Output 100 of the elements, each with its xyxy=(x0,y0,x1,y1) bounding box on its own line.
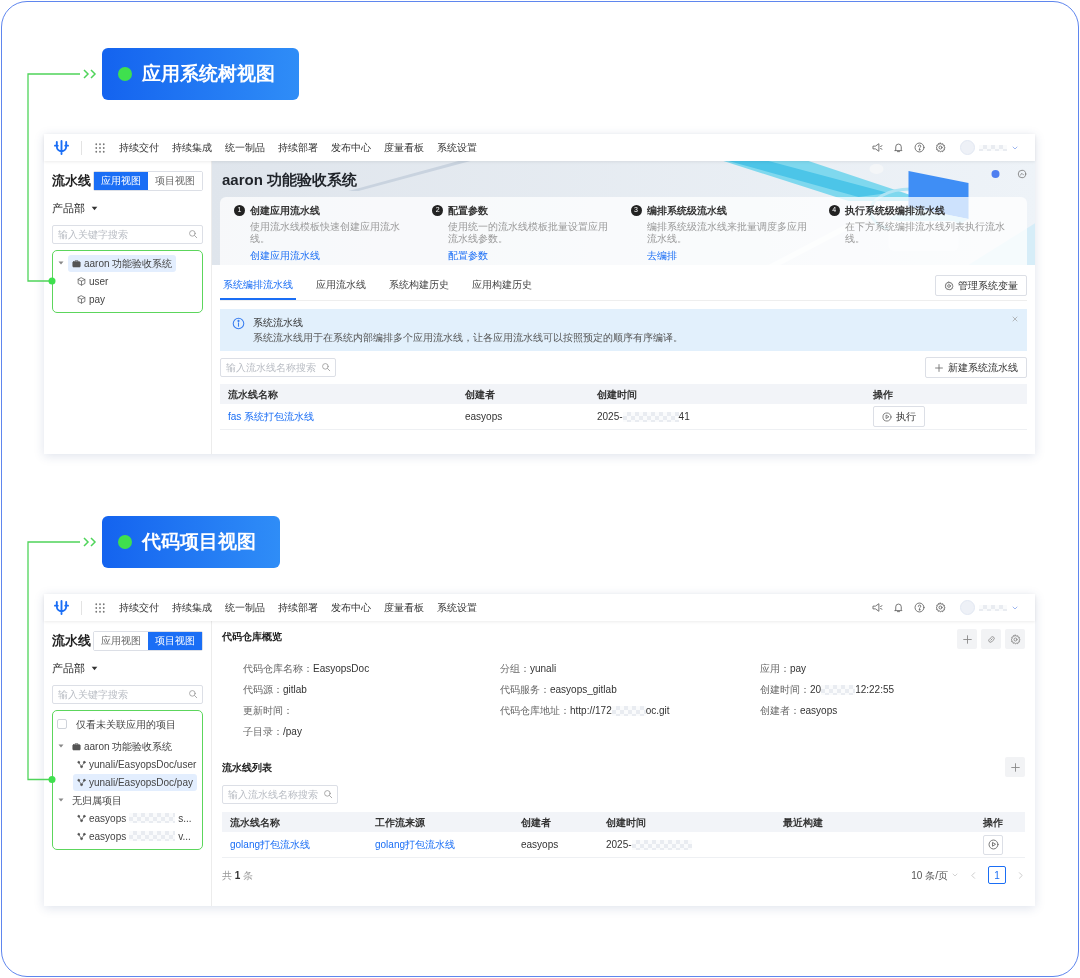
nav-link[interactable]: 持续交付 xyxy=(119,600,159,615)
announcement-icon[interactable] xyxy=(872,142,883,153)
create-pipeline-button[interactable]: 新建系统流水线 xyxy=(925,357,1027,378)
scope-dropdown[interactable]: 产品部 xyxy=(52,200,99,217)
tree-item[interactable]: user xyxy=(73,272,113,290)
nav-link[interactable]: 持续集成 xyxy=(172,600,212,615)
search-icon[interactable] xyxy=(321,362,331,372)
step-description: 编排系统级流水线来批量调度多应用流水线。 xyxy=(646,220,808,245)
add-button[interactable] xyxy=(957,629,977,649)
table-cell-text: 41 xyxy=(678,410,690,424)
notification-icon[interactable] xyxy=(893,142,904,153)
tab[interactable]: 系统构建历史 xyxy=(386,273,452,300)
step-title: 配置参数 xyxy=(448,203,489,218)
search-icon[interactable] xyxy=(188,688,198,699)
page-button[interactable]: 1 xyxy=(988,866,1006,884)
view-toggle-tab[interactable]: 应用视图 xyxy=(94,172,148,190)
close-icon[interactable] xyxy=(1011,315,1019,323)
step-link[interactable]: 配置参数 xyxy=(448,247,489,263)
settings-icon[interactable] xyxy=(935,142,946,153)
play-icon xyxy=(987,839,999,850)
link-icon xyxy=(985,633,997,645)
notification-icon[interactable] xyxy=(893,602,904,613)
tree-item[interactable]: aaron 功能验收系统 xyxy=(68,254,177,272)
column-header: 操作 xyxy=(873,387,894,402)
page-size-dropdown[interactable]: 10 条/页 xyxy=(911,867,959,883)
expand-caret-icon[interactable] xyxy=(57,259,65,267)
collapse-icon[interactable] xyxy=(1017,169,1027,179)
expand-caret-icon[interactable] xyxy=(57,742,65,750)
nav-link[interactable]: 系统设置 xyxy=(437,140,477,155)
total-count: 共 1 条 xyxy=(222,868,254,883)
field-value: 20 xyxy=(810,683,822,697)
search-icon[interactable] xyxy=(323,789,333,799)
tab[interactable]: 系统编排流水线 xyxy=(220,273,296,300)
banner-title: aaron 功能验收系统 xyxy=(222,170,357,190)
help-icon[interactable] xyxy=(914,602,925,613)
tree-item[interactable]: yunali/EasyopsDoc/pay xyxy=(73,773,197,791)
run-button[interactable] xyxy=(983,834,1003,855)
step-link[interactable]: 去编排 xyxy=(646,247,677,263)
search-field[interactable]: 输入关键字搜索 xyxy=(52,224,203,244)
search-icon[interactable] xyxy=(188,228,198,239)
column-header: 流水线名称 xyxy=(230,815,281,830)
settings-icon[interactable] xyxy=(935,602,946,613)
search-field[interactable]: 输入流水线名称搜索 xyxy=(222,785,338,804)
add-button[interactable] xyxy=(1005,757,1025,777)
nav-link[interactable]: 度量看板 xyxy=(384,600,424,615)
link-button[interactable] xyxy=(981,629,1001,649)
nav-link[interactable]: 持续交付 xyxy=(119,140,159,155)
apps-grid-icon[interactable] xyxy=(94,141,106,154)
nav-link[interactable]: 持续部署 xyxy=(278,600,318,615)
field-label: 代码仓库地址： xyxy=(500,704,570,718)
announcement-icon[interactable] xyxy=(872,602,883,613)
view-toggle-tab[interactable]: 项目视图 xyxy=(148,632,202,650)
section-title: 代码仓库概览 xyxy=(222,630,282,644)
field-value: easyops_gitlab xyxy=(550,683,617,697)
field-value: yunali xyxy=(530,662,557,676)
search-field[interactable]: 输入关键字搜索 xyxy=(52,684,203,704)
nav-link[interactable]: 度量看板 xyxy=(384,140,424,155)
settings-button[interactable] xyxy=(1005,629,1025,649)
nav-link[interactable]: 统一制品 xyxy=(225,140,265,155)
column-header: 创建时间 xyxy=(606,815,647,830)
tree-item[interactable]: 无归属项目 xyxy=(68,791,126,809)
field-value: easyops xyxy=(800,704,838,718)
nav-link[interactable]: 发布中心 xyxy=(331,140,371,155)
tree-item[interactable]: aaron 功能验收系统 xyxy=(68,737,177,755)
field-value: gitlab xyxy=(283,683,307,697)
apps-grid-icon[interactable] xyxy=(94,601,106,614)
nav-link[interactable]: 统一制品 xyxy=(225,600,265,615)
field-label: 分组： xyxy=(500,662,530,676)
search-field[interactable]: 输入流水线名称搜索 xyxy=(220,358,336,377)
checkbox[interactable] xyxy=(57,719,67,729)
nav-link[interactable]: 发布中心 xyxy=(331,600,371,615)
nav-link[interactable]: 系统设置 xyxy=(437,600,477,615)
table-cell-text: easyops xyxy=(465,410,504,424)
field-label: 应用： xyxy=(760,662,790,676)
tree-item[interactable]: pay xyxy=(73,290,110,308)
pipeline-link[interactable]: fas 系统打包流水线 xyxy=(228,409,315,424)
nav-link[interactable]: 持续部署 xyxy=(278,140,318,155)
field-label: 代码仓库名称： xyxy=(243,662,313,676)
tab[interactable]: 应用构建历史 xyxy=(469,273,535,300)
step-description: 在下方系统编排流水线列表执行流水线。 xyxy=(844,220,1006,245)
expand-caret-icon[interactable] xyxy=(57,796,65,804)
manage-variables-button[interactable]: 管理系统变量 xyxy=(935,275,1027,296)
tab[interactable]: 应用流水线 xyxy=(313,273,369,300)
logo-icon[interactable] xyxy=(54,140,69,155)
logo-icon[interactable] xyxy=(54,600,69,615)
run-button[interactable]: 执行 xyxy=(873,406,925,427)
alert-text: 系统流水线用于在系统内部编排多个应用流水线，让各应用流水线可以按照预定的顺序有序编译。 xyxy=(253,331,683,345)
workflow-link[interactable]: golang打包流水线 xyxy=(375,837,456,852)
step-link[interactable]: 创建应用流水线 xyxy=(250,247,320,263)
briefcase-icon xyxy=(72,741,81,751)
scope-dropdown[interactable]: 产品部 xyxy=(52,660,99,677)
column-header: 创建时间 xyxy=(597,387,638,402)
pipeline-link[interactable]: golang打包流水线 xyxy=(230,837,311,852)
tree-item[interactable]: easyops v... xyxy=(73,827,195,845)
help-icon[interactable] xyxy=(914,142,925,153)
field-label: 更新时间： xyxy=(243,704,293,718)
tree-item[interactable]: easyops s... xyxy=(73,809,196,827)
nav-link[interactable]: 持续集成 xyxy=(172,140,212,155)
checkbox-label: 仅看未关联应用的项目 xyxy=(75,717,177,732)
tree-item[interactable]: yunali/EasyopsDoc/user xyxy=(73,755,201,773)
